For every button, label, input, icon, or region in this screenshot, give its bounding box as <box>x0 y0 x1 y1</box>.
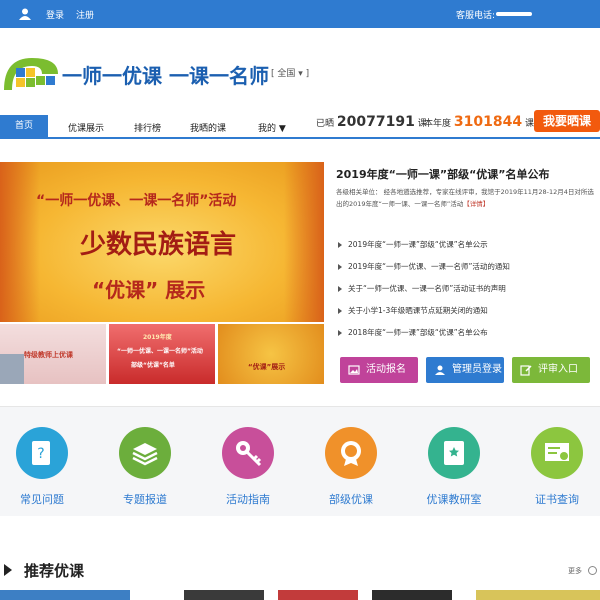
banner-line-1: “一师一优课、一课一名师”活动 <box>36 193 237 209</box>
more-link[interactable]: 更多 <box>568 566 582 576</box>
question-doc-icon: ? <box>32 441 50 465</box>
user-icon <box>435 365 445 375</box>
course-card[interactable] <box>476 590 600 600</box>
news-headline[interactable]: 2019年度“一师一课”部级“优课”名单公布 <box>336 166 550 182</box>
nav-home[interactable]: 首页 <box>0 115 48 139</box>
award-icon <box>341 441 361 466</box>
faq-circle: ? <box>16 427 68 479</box>
banner-decoration-right <box>284 162 324 322</box>
nav-ranking[interactable]: 排行榜 <box>134 121 161 134</box>
key-icon <box>236 441 262 467</box>
banner-line-3: “优课” 展示 <box>92 278 206 302</box>
bullet-icon <box>338 264 342 270</box>
nav-my-menu[interactable]: 我的 ▼ <box>258 121 286 134</box>
edit-icon <box>520 365 532 376</box>
certificate-icon <box>545 443 569 461</box>
nav-course-show[interactable]: 优课展示 <box>68 121 104 134</box>
course-card[interactable] <box>0 590 130 600</box>
activity-signup-button[interactable]: 活动报名 <box>340 357 418 383</box>
bullet-icon <box>338 242 342 248</box>
thumbnail-1[interactable]: 特级教师上优课 <box>0 324 106 384</box>
course-card[interactable] <box>278 590 358 600</box>
book-icon <box>444 441 464 465</box>
recommended-section-title: 推荐优课 <box>24 562 85 580</box>
report-circle <box>119 427 171 479</box>
news-item[interactable]: 2018年度“一师一课”部级“优课”名单公布 <box>336 326 594 348</box>
user-icon <box>19 8 31 20</box>
section-triangle-icon <box>4 564 12 576</box>
research-circle <box>428 427 480 479</box>
year-count: 3101844 <box>453 114 523 130</box>
feature-special-report[interactable]: 专题报道 <box>97 421 193 513</box>
course-card[interactable] <box>184 590 264 600</box>
site-title[interactable]: 一师一优课 一课一名师 <box>62 60 269 89</box>
more-arrow-icon[interactable] <box>588 566 597 575</box>
thumbnail-1-books <box>0 354 24 384</box>
bullet-icon <box>338 330 342 336</box>
news-description: 各级相关单位： 经各地遴选推荐，专家在线评审，我馆于2019年11月28-12月… <box>336 188 594 208</box>
stats-year: 本年度 3101844 课 <box>424 114 534 130</box>
feature-bar: ? 常见问题 专题报道 活动指南 部级优课 优课教研室 证书查询 <box>0 406 600 516</box>
share-course-button[interactable]: 我要晒课 <box>534 110 600 132</box>
review-entry-button[interactable]: 评审入口 <box>512 357 590 383</box>
main-banner[interactable]: “一师一优课、一课一名师”活动 少数民族语言 “优课” 展示 <box>0 162 324 322</box>
bullet-icon <box>338 286 342 292</box>
phone-number-mask <box>496 12 532 16</box>
news-item[interactable]: 关于小学1-3年级晒课节点延期关闭的通知 <box>336 304 594 326</box>
thumbnail-2[interactable]: 2019年度 “一师一优课、一课一名师”活动 部级“优课”名单 <box>109 324 215 384</box>
news-item[interactable]: 2019年度“一师一课”部级“优课”名单公示 <box>336 238 594 260</box>
total-count: 20077191 <box>336 114 415 130</box>
banner-thumbnails: 特级教师上优课 2019年度 “一师一优课、一课一名师”活动 部级“优课”名单 … <box>0 324 324 384</box>
phone-label: 客服电话: <box>456 11 496 21</box>
news-item[interactable]: 2019年度“一师一优课、一课一名师”活动的通知 <box>336 260 594 282</box>
region-selector[interactable]: [ 全国 ▾ ] <box>271 66 309 79</box>
stats-total: 已晒 20077191 课 <box>316 114 427 130</box>
news-item[interactable]: 关于“一师一优课、一课一名师”活动证书的声明 <box>336 282 594 304</box>
admin-login-button[interactable]: 管理员登录 <box>426 357 504 383</box>
bullet-icon <box>338 308 342 314</box>
feature-activity-guide[interactable]: 活动指南 <box>200 421 296 513</box>
course-card[interactable] <box>372 590 452 600</box>
recommended-cards <box>0 590 600 600</box>
layers-icon <box>132 443 158 466</box>
thumbnail-3[interactable]: “优课”展示 <box>218 324 324 384</box>
feature-certificate-query[interactable]: 证书查询 <box>509 421 600 513</box>
logo-icon <box>4 58 58 90</box>
news-more-link[interactable]: 【详情】 <box>463 200 489 208</box>
register-link[interactable]: 注册 <box>76 8 94 21</box>
banner-line-2: 少数民族语言 <box>80 230 237 260</box>
banner-decoration-left <box>0 162 40 322</box>
feature-faq[interactable]: ? 常见问题 <box>0 421 90 513</box>
image-icon <box>348 365 360 375</box>
certificate-circle <box>531 427 583 479</box>
svg-text:?: ? <box>37 446 44 462</box>
ministry-circle <box>325 427 377 479</box>
news-list: 2019年度“一师一课”部级“优课”名单公示 2019年度“一师一优课、一课一名… <box>336 238 594 348</box>
nav-my-courses[interactable]: 我晒的课 <box>190 121 226 134</box>
feature-ministry-courses[interactable]: 部级优课 <box>303 421 399 513</box>
feature-research-room[interactable]: 优课教研室 <box>406 421 502 513</box>
guide-circle <box>222 427 274 479</box>
top-bar: 登录 注册 客服电话: <box>0 0 600 28</box>
login-link[interactable]: 登录 <box>46 8 64 21</box>
